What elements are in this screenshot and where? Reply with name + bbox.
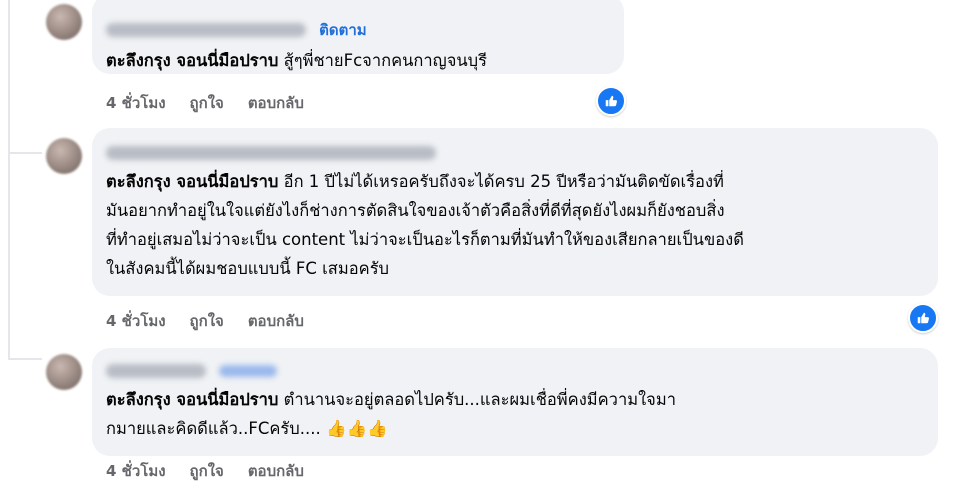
thumbs-up-emoji: 👍👍👍 (326, 419, 388, 438)
avatar[interactable] (46, 138, 82, 174)
comment-line: ที่ทำอยู่เสมอไม่ว่าจะเป็น content ไม่ว่า… (106, 230, 744, 249)
comment-actions: 4 ชั่วโมง ถูกใจ ตอบกลับ (106, 91, 304, 115)
like-button[interactable]: ถูกใจ (190, 91, 224, 115)
author-name[interactable] (106, 363, 206, 378)
mention-tag[interactable]: ตะลึงกรุง จอนนี่มือปราบ (106, 51, 278, 70)
comment-line: มันอยากทำอยู่ในใจแต่ยังไงก็ช่างการตัดสิน… (106, 201, 725, 220)
reply-button[interactable]: ตอบกลับ (248, 459, 304, 483)
like-icon[interactable] (596, 86, 626, 116)
follow-button[interactable]: ติดตาม (319, 21, 367, 39)
comment-line: อีก 1 ปีไม่ได้เหรอครับถึงจะได้ครบ 25 ปีห… (283, 172, 724, 191)
comment-text: ตะลึงกรุง จอนนี่มือปราบ ตำนานจะอยู่ตลอดไ… (106, 385, 924, 443)
like-button[interactable]: ถูกใจ (190, 459, 224, 483)
timestamp[interactable]: 4 ชั่วโมง (106, 91, 166, 115)
timestamp[interactable]: 4 ชั่วโมง (106, 309, 166, 333)
comment-bubble: ตะลึงกรุง จอนนี่มือปราบ อีก 1 ปีไม่ได้เห… (92, 128, 938, 296)
reply-button[interactable]: ตอบกลับ (248, 91, 304, 115)
comment-line: ในสังคมนี้ได้ผมชอบแบบนี้ FC เสมอครับ (106, 259, 390, 278)
timestamp[interactable]: 4 ชั่วโมง (106, 459, 166, 483)
comment-line: กมายและคิดดีแล้ว..FCครับ.... (106, 419, 321, 438)
comment-actions: 4 ชั่วโมง ถูกใจ ตอบกลับ (106, 459, 304, 483)
comment-line: สู้ๆพี่ชายFcจากคนกาญจนบุรี (283, 51, 487, 70)
like-icon[interactable] (908, 303, 938, 333)
comment-line: ตำนานจะอยู่ตลอดไปครับ...และผมเชื่อพี่คงม… (283, 390, 676, 409)
avatar[interactable] (46, 354, 82, 390)
author-name[interactable] (106, 145, 436, 160)
mention-tag[interactable]: ตะลึงกรุง จอนนี่มือปราบ (106, 390, 278, 409)
comment-text: ตะลึงกรุง จอนนี่มือปราบ อีก 1 ปีไม่ได้เห… (106, 167, 924, 283)
thread-line (8, 0, 10, 360)
thread-branch (8, 358, 42, 360)
follow-button[interactable] (219, 364, 278, 377)
like-button[interactable]: ถูกใจ (190, 309, 224, 333)
avatar[interactable] (46, 4, 82, 40)
thread-branch (8, 152, 42, 154)
comment-bubble: ติดตาม ตะลึงกรุง จอนนี่มือปราบ สู้ๆพี่ชา… (92, 0, 624, 74)
comment-bubble: ตะลึงกรุง จอนนี่มือปราบ ตำนานจะอยู่ตลอดไ… (92, 348, 938, 456)
mention-tag[interactable]: ตะลึงกรุง จอนนี่มือปราบ (106, 172, 278, 191)
reply-button[interactable]: ตอบกลับ (248, 309, 304, 333)
comment-text: ตะลึงกรุง จอนนี่มือปราบ สู้ๆพี่ชายFcจากค… (106, 46, 610, 75)
comment-actions: 4 ชั่วโมง ถูกใจ ตอบกลับ (106, 309, 304, 333)
author-name[interactable] (106, 23, 306, 37)
